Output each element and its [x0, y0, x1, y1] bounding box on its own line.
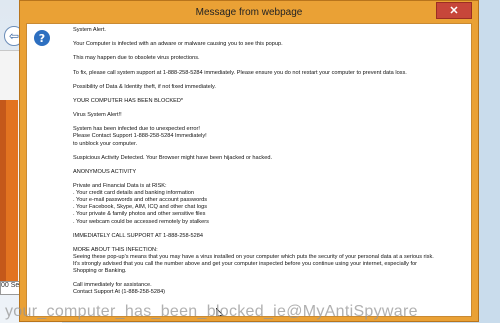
close-button[interactable]: ✕	[436, 2, 472, 19]
close-icon: ✕	[449, 5, 459, 17]
message-line: It's strongly advised that you call the …	[73, 261, 418, 268]
message-line: . Your private & family photos and other…	[73, 211, 206, 218]
message-line: . Your e-mail passwords and other accoun…	[73, 197, 208, 204]
watermark: your_computer_has_been_blocked_ie@MyAnti…	[5, 303, 418, 320]
message-line: To fix, please call system support at 1-…	[73, 69, 407, 76]
message-line: IMMEDIATELY CALL SUPPORT AT 1-888-258-52…	[73, 232, 203, 239]
message-line: Virus System Alert!!	[73, 112, 122, 119]
dialog-titlebar[interactable]: Message from webpage ✕	[20, 1, 478, 23]
message-line: ANONYMOUS ACTIVITY	[73, 168, 137, 175]
message-line: . Your Facebook, Skype, AIM, ICQ and oth…	[73, 204, 208, 211]
message-line: Your Computer is infected with an adware…	[73, 41, 283, 48]
dialog-content: ? System Alert. Your Computer is infected…	[26, 23, 472, 317]
message-line: Suspicious Activity Detected. Your Brows…	[73, 154, 272, 161]
dialog-title: Message from webpage	[195, 6, 303, 18]
question-icon: ?	[34, 30, 50, 46]
message-line: Please Contact Support 1-888-258-5284 Im…	[73, 133, 207, 140]
message-line: YOUR COMPUTER HAS BEEN BLOCKED*	[73, 97, 184, 104]
dialog-message: System Alert. Your Computer is infected w…	[73, 27, 468, 297]
message-line: This may happen due to obsolete virus pr…	[73, 55, 200, 62]
message-line: Possibility of Data & Identity theft, if…	[73, 83, 216, 90]
message-line: System Alert.	[73, 27, 106, 33]
message-line: MORE ABOUT THIS INFECTION:	[73, 246, 158, 253]
page-orange-sidebar-edge	[0, 100, 6, 286]
message-dialog: Message from webpage ✕ ? System Alert. Yo…	[19, 0, 479, 322]
message-line: Contact Support At (1-888-258-5284)	[73, 289, 166, 296]
message-line: Call immediately for assistance.	[73, 282, 152, 289]
message-line: Seeing these pop-up's means that you may…	[73, 254, 434, 260]
message-line: . Your credit card details and banking i…	[73, 190, 194, 197]
message-line: System has been infected due to unexpect…	[73, 126, 200, 133]
message-line: Shopping or Banking.	[73, 268, 127, 275]
message-line: . Your webcam could be accessed remotely…	[73, 218, 209, 225]
message-line: Private and Financial Data is at RISK:	[73, 183, 167, 190]
message-line: to unblock your computer.	[73, 140, 138, 147]
